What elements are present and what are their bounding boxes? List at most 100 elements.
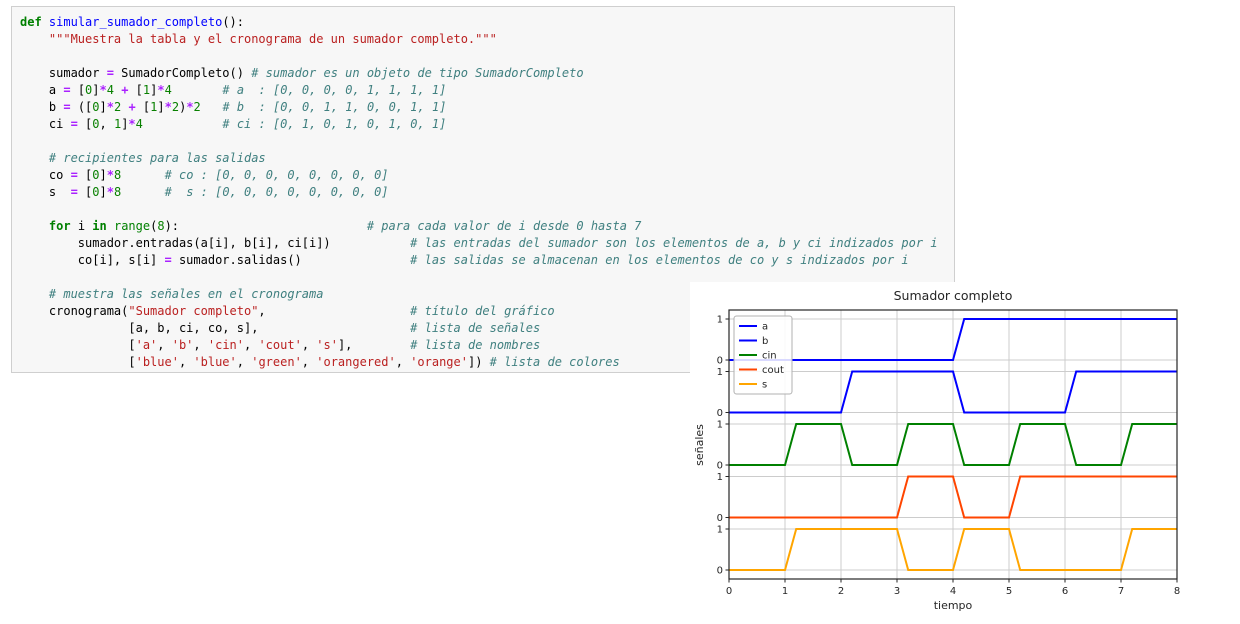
x-tick-label: 0 <box>726 586 732 597</box>
code-token-num: 0 <box>92 185 100 199</box>
code-token-pln: ] <box>99 100 107 114</box>
code-token-pln: ([ <box>70 100 93 114</box>
code-token-op: = <box>63 100 71 114</box>
code-token-kw: for <box>48 219 71 233</box>
x-tick-label: 1 <box>782 586 788 597</box>
y-tick-label: 0 <box>717 408 723 419</box>
code-token-pln: , <box>193 338 208 352</box>
legend-label-cout: cout <box>762 365 784 376</box>
code-token-num: 0 <box>92 100 100 114</box>
code-token-pln: ] <box>99 185 107 199</box>
legend-label-b: b <box>762 336 768 347</box>
code-token-str: 'a' <box>135 338 158 352</box>
code-token-kw: def <box>20 15 42 29</box>
code-token-pln: co <box>20 168 71 182</box>
code-token-pln: , <box>178 355 194 369</box>
code-token-pln: a <box>20 83 64 97</box>
code-token-pln <box>143 117 222 131</box>
code-token-op: + <box>128 100 136 114</box>
code-token-pln <box>42 15 49 29</box>
code-token-pln <box>121 168 164 182</box>
x-tick-label: 5 <box>1006 586 1012 597</box>
code-token-str: 'b' <box>171 338 194 352</box>
code-token-str: 'cin' <box>207 338 244 352</box>
code-token-com: # para cada valor de i desde 0 hasta 7 <box>366 219 642 233</box>
code-token-str: 'green' <box>251 355 302 369</box>
x-tick-label: 8 <box>1174 586 1180 597</box>
code-token-op: * <box>106 100 114 114</box>
code-token-num: 0 <box>92 117 100 131</box>
code-token-pln: [ <box>77 168 93 182</box>
y-tick-label: 1 <box>717 315 723 326</box>
code-token-pln: sumador.entradas(a[i], b[i], ci[i]) <box>20 236 331 250</box>
code-token-pln: , <box>236 355 252 369</box>
code-token-op: * <box>99 83 107 97</box>
code-token-str: 'blue' <box>193 355 237 369</box>
code-token-str: 'orange' <box>410 355 468 369</box>
code-token-pln: [ <box>70 83 86 97</box>
code-token-com: # b : [0, 0, 1, 1, 0, 0, 1, 1] <box>222 100 447 114</box>
code-token-str: 's' <box>316 338 338 352</box>
code-token-pln: s <box>20 185 71 199</box>
code-token-pln <box>20 32 49 46</box>
code-token-pln <box>258 321 410 335</box>
y-tick-label: 1 <box>717 420 723 431</box>
code-token-op: * <box>106 168 114 182</box>
code-token-com: # lista de señales <box>410 321 541 335</box>
code-token-com: # las salidas se almacenan en los elemen… <box>410 253 909 267</box>
code-token-pln: sumador.salidas() <box>171 253 302 267</box>
code-token-pln: [ <box>77 185 93 199</box>
code-token-pln <box>20 287 49 301</box>
code-token-pln: [ <box>20 338 136 352</box>
code-token-op: * <box>157 83 165 97</box>
code-token-com: # las entradas del sumador son los eleme… <box>410 236 938 250</box>
code-token-pln: , <box>301 355 317 369</box>
chart-title: Sumador completo <box>894 288 1013 303</box>
code-token-com: # s : [0, 0, 0, 0, 0, 0, 0, 0] <box>164 185 389 199</box>
code-token-pln: b <box>20 100 64 114</box>
code-token-pln <box>266 304 411 318</box>
code-token-pln: sumador <box>20 66 107 80</box>
code-token-pln <box>331 236 410 250</box>
x-tick-label: 2 <box>838 586 844 597</box>
code-token-pln: cronograma( <box>20 304 129 318</box>
code-token-pln: [ <box>77 117 93 131</box>
code-token-com: # título del gráfico <box>410 304 555 318</box>
code-token-num: 0 <box>92 168 100 182</box>
code-token-com: # co : [0, 0, 0, 0, 0, 0, 0, 0] <box>164 168 389 182</box>
code-token-pln: , <box>301 338 317 352</box>
code-token-pln <box>302 253 410 267</box>
code-token-com: # sumador es un objeto de tipo SumadorCo… <box>251 66 584 80</box>
chart-gridlines <box>728 310 1178 579</box>
code-token-op: = <box>63 83 71 97</box>
code-token-bi: range <box>113 219 151 233</box>
legend-label-cin: cin <box>762 351 777 362</box>
code-token-pln: [ <box>128 83 143 97</box>
code-token-pln: ] <box>92 83 100 97</box>
code-token-op: * <box>128 117 136 131</box>
code-token-pln <box>121 185 164 199</box>
cronograma-chart: 0 1 2 3 4 5 6 7 81010101010 Sumador completo tie… <box>693 288 1180 612</box>
code-token-op: = <box>164 253 172 267</box>
figure-output: 0123456781010101010 Sumador completo tie… <box>690 282 1240 620</box>
code-token-com: # recipientes para las salidas <box>48 151 266 165</box>
code-token-pln <box>20 219 49 233</box>
code-token-pln: ], <box>337 338 353 352</box>
code-token-str: """Muestra la tabla y el cronograma de u… <box>48 32 497 46</box>
code-token-pln: , <box>258 304 266 318</box>
code-token-pln: [a, b, ci, co, s], <box>20 321 259 335</box>
code-token-num: 8 <box>157 219 165 233</box>
y-tick-label: 1 <box>717 367 723 378</box>
code-token-com: # a : [0, 0, 0, 0, 1, 1, 1, 1] <box>222 83 447 97</box>
code-token-pln <box>201 100 223 114</box>
code-token-kw: in <box>92 219 107 233</box>
code-token-str: 'cout' <box>258 338 302 352</box>
y-tick-label: 0 <box>717 566 723 577</box>
code-token-pln: ] <box>99 168 107 182</box>
code-token-op: * <box>164 100 172 114</box>
code-token-pln: i <box>70 219 93 233</box>
x-axis-label: tiempo <box>934 599 973 612</box>
code-token-fn: simular_sumador_completo <box>48 15 223 29</box>
code-token-str: 'orangered' <box>316 355 396 369</box>
code-token-str: "Sumador completo" <box>128 304 259 318</box>
